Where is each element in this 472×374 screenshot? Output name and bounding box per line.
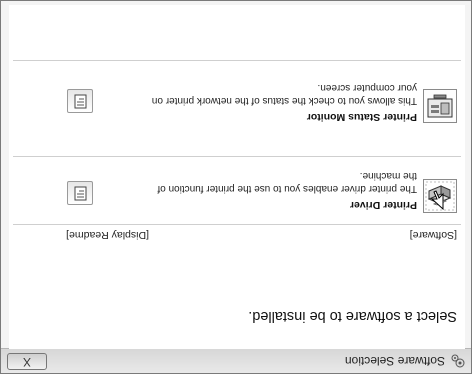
software-column-label: [Software] <box>409 229 457 241</box>
screen-rotated: Software Selection X Select a software t… <box>0 0 472 374</box>
installer-app-icon <box>451 354 465 368</box>
title-bar: Software Selection X <box>1 348 471 373</box>
close-button[interactable]: X <box>7 353 47 370</box>
printer-status-monitor-title: Printer Status Monitor <box>306 111 417 123</box>
mouse-pointer-icon <box>430 190 444 210</box>
status-monitor-icon <box>427 94 453 118</box>
divider <box>13 224 461 225</box>
page-heading: Select a software to be installed. <box>248 308 457 324</box>
divider <box>13 156 461 157</box>
divider <box>13 60 461 61</box>
software-selection-window: Software Selection X Select a software t… <box>0 0 472 374</box>
window-title: Software Selection <box>344 354 445 368</box>
printer-status-monitor-readme-button[interactable] <box>67 89 93 113</box>
printer-driver-description: The printer driver enables you to use th… <box>157 170 417 194</box>
printer-driver-title: Printer Driver <box>349 199 417 211</box>
document-icon <box>74 186 87 201</box>
document-icon <box>74 94 87 109</box>
content-area: Select a software to be installed. [Soft… <box>9 5 465 349</box>
printer-status-monitor-description: This allows you to check the status of t… <box>151 82 417 106</box>
printer-status-monitor-button[interactable] <box>423 89 457 123</box>
printer-driver-readme-button[interactable] <box>67 181 93 205</box>
readme-column-label: [Display Readme] <box>66 229 149 241</box>
